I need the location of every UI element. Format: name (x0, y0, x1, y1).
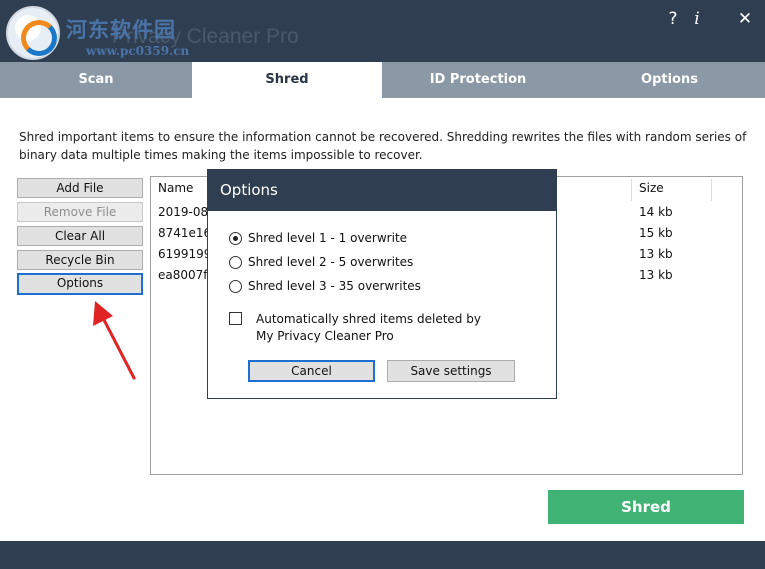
shred-level-1-option[interactable]: Shred level 1 - 1 overwrite (229, 231, 407, 245)
cancel-button[interactable]: Cancel (248, 360, 375, 382)
shred-level-2-label: Shred level 2 - 5 overwrites (248, 255, 414, 269)
shred-level-2-option[interactable]: Shred level 2 - 5 overwrites (229, 255, 413, 269)
radio-unselected-icon[interactable] (229, 256, 242, 269)
options-dialog: Options Shred level 1 - 1 overwrite Shre… (207, 169, 557, 399)
save-settings-button[interactable]: Save settings (387, 360, 515, 382)
shred-level-3-option[interactable]: Shred level 3 - 35 overwrites (229, 279, 421, 293)
radio-unselected-icon[interactable] (229, 280, 242, 293)
auto-shred-label-line1: Automatically shred items deleted by (256, 312, 481, 326)
radio-selected-icon[interactable] (229, 232, 242, 245)
status-bar (0, 541, 765, 569)
shred-level-3-label: Shred level 3 - 35 overwrites (248, 279, 421, 293)
auto-shred-checkbox[interactable] (229, 312, 242, 325)
dialog-title: Options (208, 170, 556, 211)
auto-shred-label: Automatically shred items deleted by My … (256, 311, 536, 345)
shred-level-1-label: Shred level 1 - 1 overwrite (248, 231, 408, 245)
auto-shred-label-line2: My Privacy Cleaner Pro (256, 329, 394, 343)
